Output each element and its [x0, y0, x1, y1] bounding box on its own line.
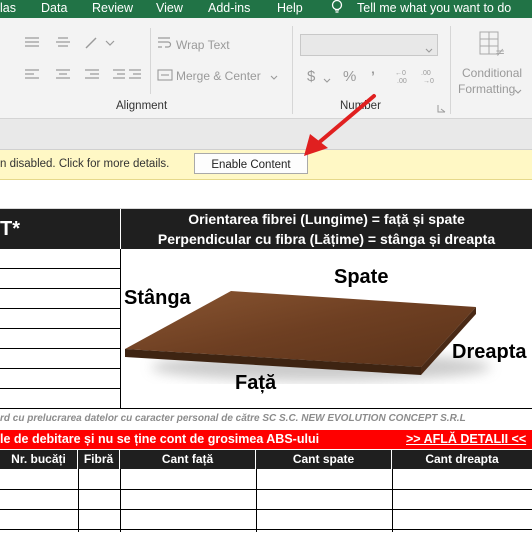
- svg-text:≠: ≠: [495, 45, 505, 58]
- orientation-line-2: Perpendicular cu fibra (Lățime) = stânga…: [157, 231, 496, 247]
- number-format-dropdown[interactable]: [300, 34, 438, 56]
- wrap-text-icon: [157, 36, 173, 52]
- decrease-decimal-icon[interactable]: .00 →0: [421, 68, 441, 86]
- indent-icon[interactable]: [112, 68, 146, 82]
- menu-bar: las Data Review View Add-ins Help Tell m…: [0, 0, 532, 18]
- svg-text:←0: ←0: [395, 70, 406, 77]
- table-row[interactable]: [0, 308, 120, 309]
- chevron-down-icon[interactable]: [270, 71, 278, 83]
- percent-button[interactable]: %: [343, 68, 356, 85]
- table-row[interactable]: [0, 388, 120, 389]
- red-banner-text: le de debitare și nu se ține cont de gro…: [0, 432, 320, 446]
- conditional-formatting-label: Formatting: [458, 82, 516, 96]
- align-middle-icon[interactable]: [55, 36, 71, 50]
- align-left-icon[interactable]: [24, 68, 40, 82]
- label-left: Stânga: [124, 287, 191, 309]
- tell-me-search[interactable]: Tell me what you want to do: [357, 0, 511, 16]
- label-right: Dreapta: [452, 341, 527, 363]
- orientation-header: Orientarea fibrei (Lungime) = față și sp…: [121, 209, 532, 249]
- menu-view[interactable]: View: [156, 0, 183, 16]
- currency-button[interactable]: $: [307, 68, 315, 85]
- gdpr-row: rd cu prelucrarea datelor cu caracter pe…: [0, 408, 532, 431]
- merge-center-icon: [157, 69, 173, 83]
- security-warning-bar: n disabled. Click for more details. Enab…: [0, 150, 532, 180]
- conditional-formatting-icon: ≠: [478, 30, 506, 60]
- svg-text:.00: .00: [421, 70, 431, 77]
- col-nr-bucati[interactable]: Nr. bucăți: [0, 450, 78, 469]
- col-cant-spate[interactable]: Cant spate: [256, 450, 392, 469]
- dialog-launcher-icon[interactable]: [437, 103, 446, 115]
- security-warning-text[interactable]: n disabled. Click for more details.: [0, 158, 169, 170]
- grid-lines: [0, 469, 532, 532]
- align-center-icon[interactable]: [55, 68, 71, 82]
- sheet-blank-row: [0, 180, 532, 209]
- menu-data[interactable]: Data: [41, 0, 67, 16]
- svg-text:.00: .00: [397, 78, 407, 84]
- details-link[interactable]: >> AFLĂ DETALII <<: [406, 432, 526, 446]
- orientation-icon[interactable]: [84, 36, 118, 52]
- left-header-cell: T*: [0, 209, 120, 249]
- align-top-icon[interactable]: [24, 36, 40, 50]
- lightbulb-icon: [330, 0, 344, 19]
- gdpr-note: rd cu prelucrarea datelor cu caracter pe…: [0, 413, 466, 424]
- conditional-formatting-button[interactable]: Conditional: [462, 66, 522, 80]
- chevron-down-icon[interactable]: [323, 74, 331, 86]
- chevron-down-icon: [425, 41, 433, 59]
- table-row[interactable]: [0, 328, 120, 329]
- orientation-line-1: Orientarea fibrei (Lungime) = față și sp…: [188, 211, 465, 227]
- increase-decimal-icon[interactable]: ←0.00: [395, 68, 415, 86]
- column-header-row: Nr. bucăți Fibră Cant față Cant spate Ca…: [0, 450, 532, 469]
- menu-help[interactable]: Help: [277, 0, 303, 16]
- wrap-text-button[interactable]: Wrap Text: [176, 38, 230, 52]
- formula-bar-area: [0, 119, 532, 150]
- label-front: Față: [235, 372, 277, 394]
- red-arrow-annotation: [304, 94, 376, 156]
- col-cant-fata[interactable]: Cant față: [120, 450, 256, 469]
- col-cant-dreapta[interactable]: Cant dreapta: [392, 450, 532, 469]
- align-right-icon[interactable]: [84, 68, 100, 82]
- table-row[interactable]: [0, 288, 120, 289]
- menu-formulas[interactable]: las: [0, 0, 16, 16]
- divider: [450, 26, 451, 114]
- table-row[interactable]: [0, 368, 120, 369]
- col-fibra[interactable]: Fibră: [78, 450, 120, 469]
- label-back: Spate: [334, 266, 389, 288]
- merge-center-button[interactable]: Merge & Center: [176, 69, 261, 83]
- alignment-group-label: Alignment: [116, 100, 168, 112]
- board-illustration: [125, 291, 491, 381]
- ribbon: Wrap Text Merge & Center Alignment $ % ’…: [0, 18, 532, 119]
- board-orientation-picture: [121, 249, 532, 408]
- left-input-cells: [0, 249, 121, 408]
- divider: [150, 28, 151, 94]
- red-banner: le de debitare și nu se ține cont de gro…: [0, 430, 532, 449]
- svg-text:→0: →0: [423, 78, 434, 84]
- menu-addins[interactable]: Add-ins: [208, 0, 250, 16]
- table-row[interactable]: [0, 268, 120, 269]
- menu-review[interactable]: Review: [92, 0, 133, 16]
- comma-style-button[interactable]: ’: [371, 68, 375, 84]
- chevron-down-icon[interactable]: [514, 85, 522, 97]
- table-row[interactable]: [0, 348, 120, 349]
- data-grid: [0, 469, 532, 532]
